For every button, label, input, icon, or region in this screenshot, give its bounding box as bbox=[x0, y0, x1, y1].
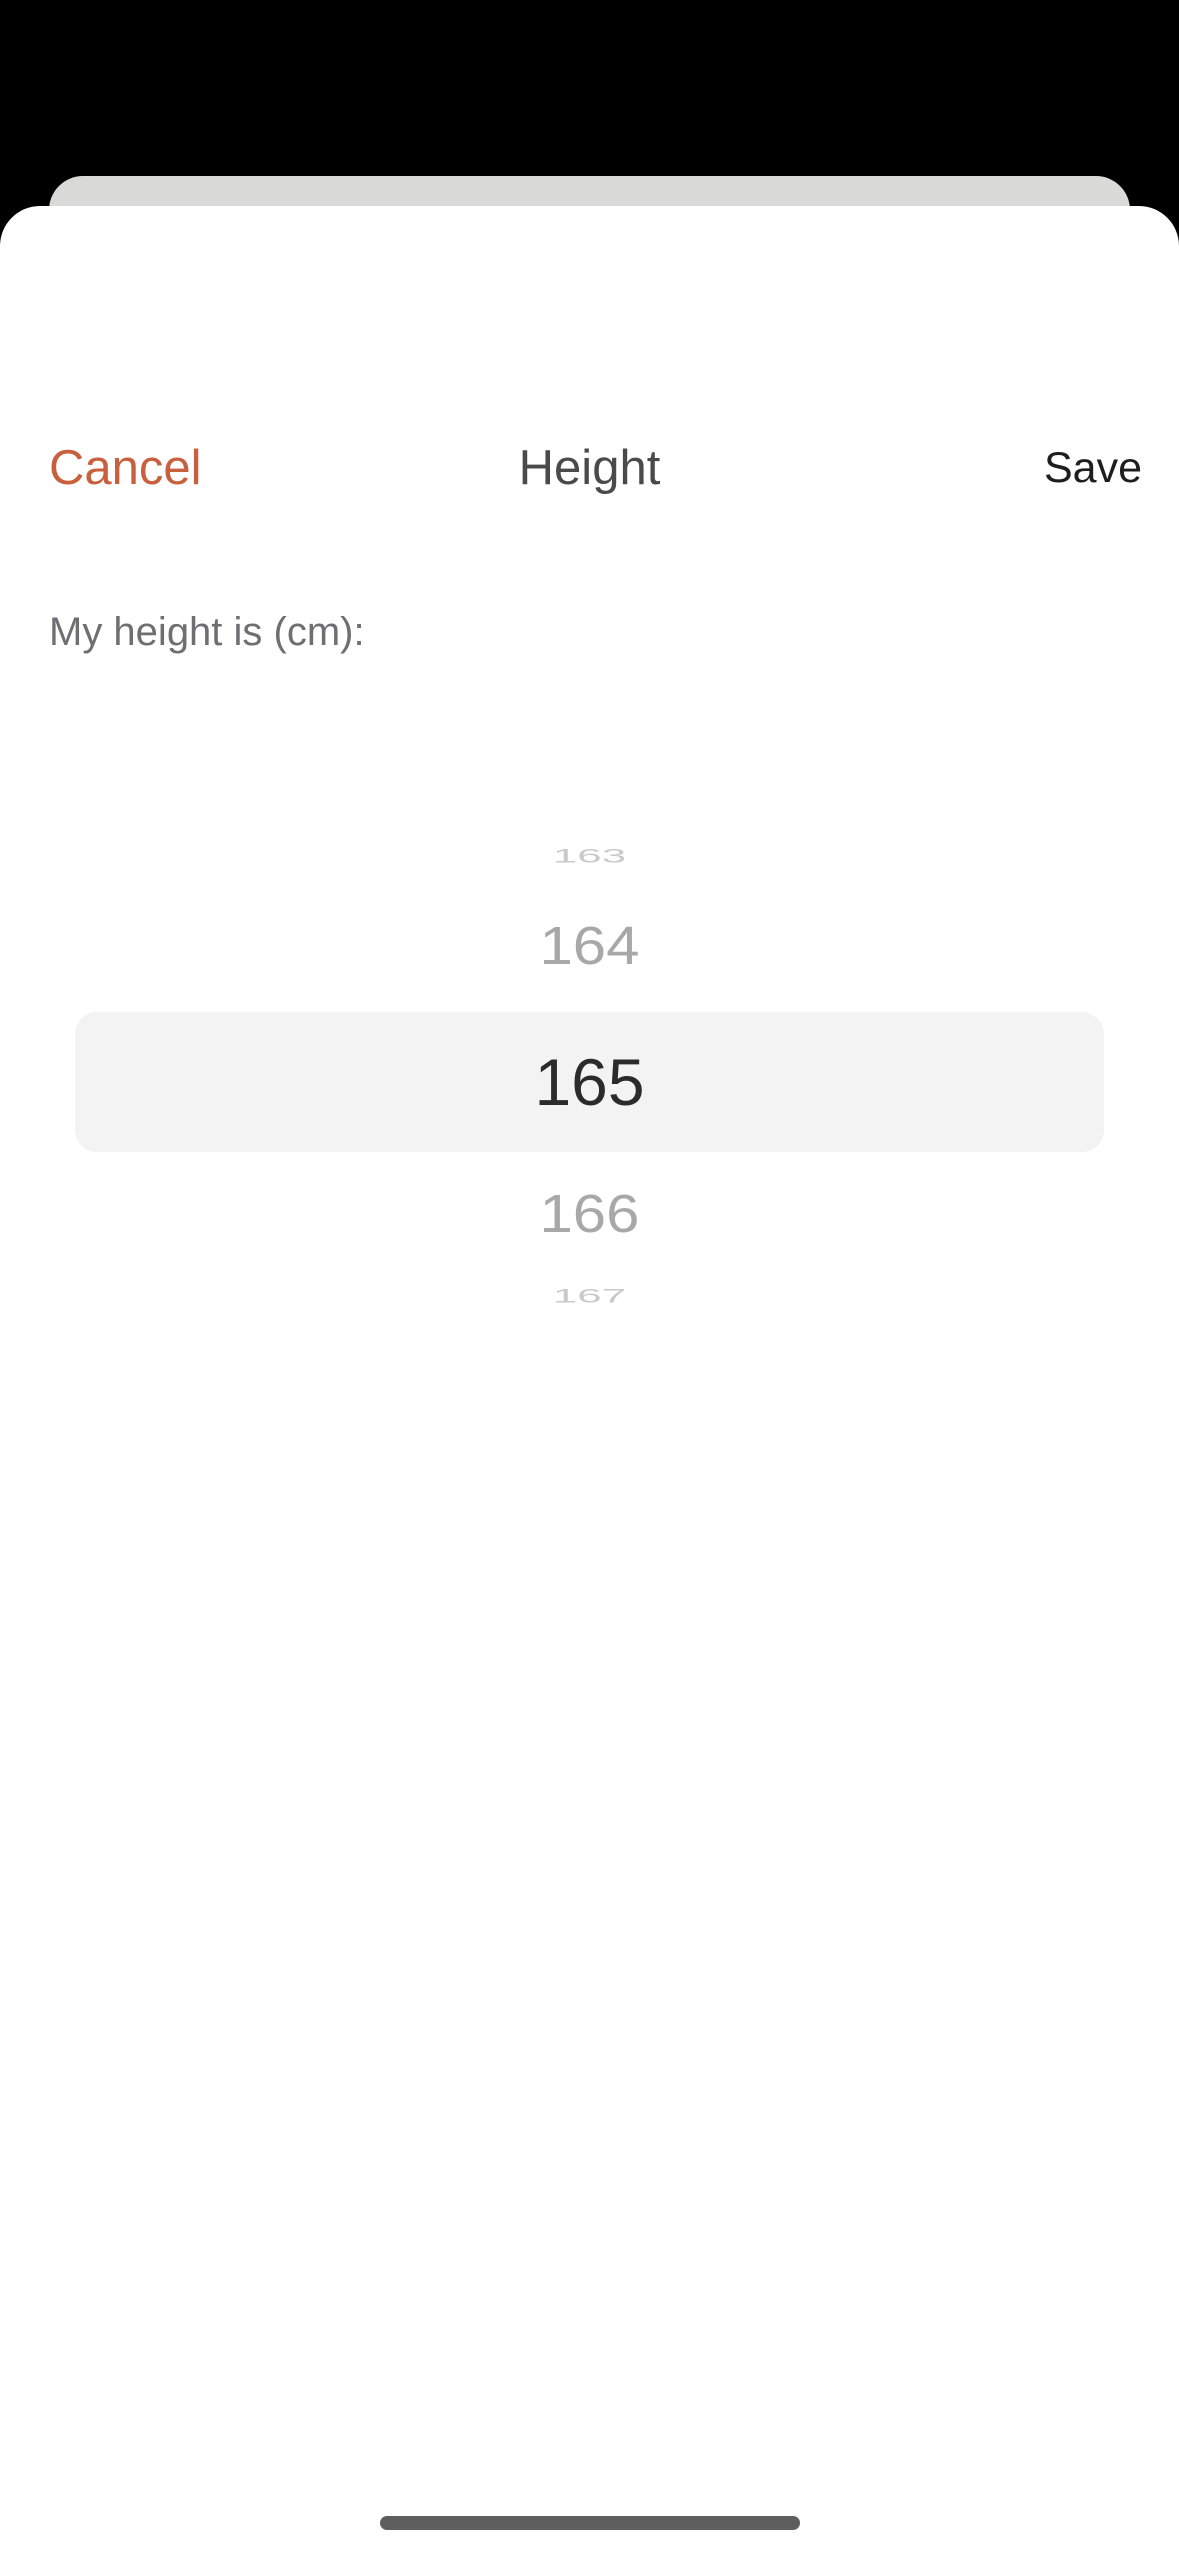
picker-option[interactable]: 166 bbox=[0, 1180, 1179, 1248]
save-button[interactable]: Save bbox=[1044, 440, 1142, 496]
height-picker-wheel[interactable]: 163 164 165 166 167 bbox=[0, 820, 1179, 1350]
picker-option[interactable]: 163 bbox=[0, 843, 1179, 868]
picker-option[interactable]: 167 bbox=[0, 1283, 1179, 1308]
cancel-button[interactable]: Cancel bbox=[49, 438, 202, 498]
picker-option[interactable]: 164 bbox=[0, 912, 1179, 980]
picker-selected-option[interactable]: 165 bbox=[0, 1042, 1179, 1122]
sheet-nav-bar: Cancel Height Save bbox=[0, 420, 1179, 516]
home-indicator[interactable] bbox=[380, 2516, 800, 2530]
height-prompt-label: My height is (cm): bbox=[49, 610, 365, 654]
screen: Cancel Height Save My height is (cm): 16… bbox=[0, 0, 1179, 2556]
height-sheet bbox=[0, 206, 1179, 2556]
